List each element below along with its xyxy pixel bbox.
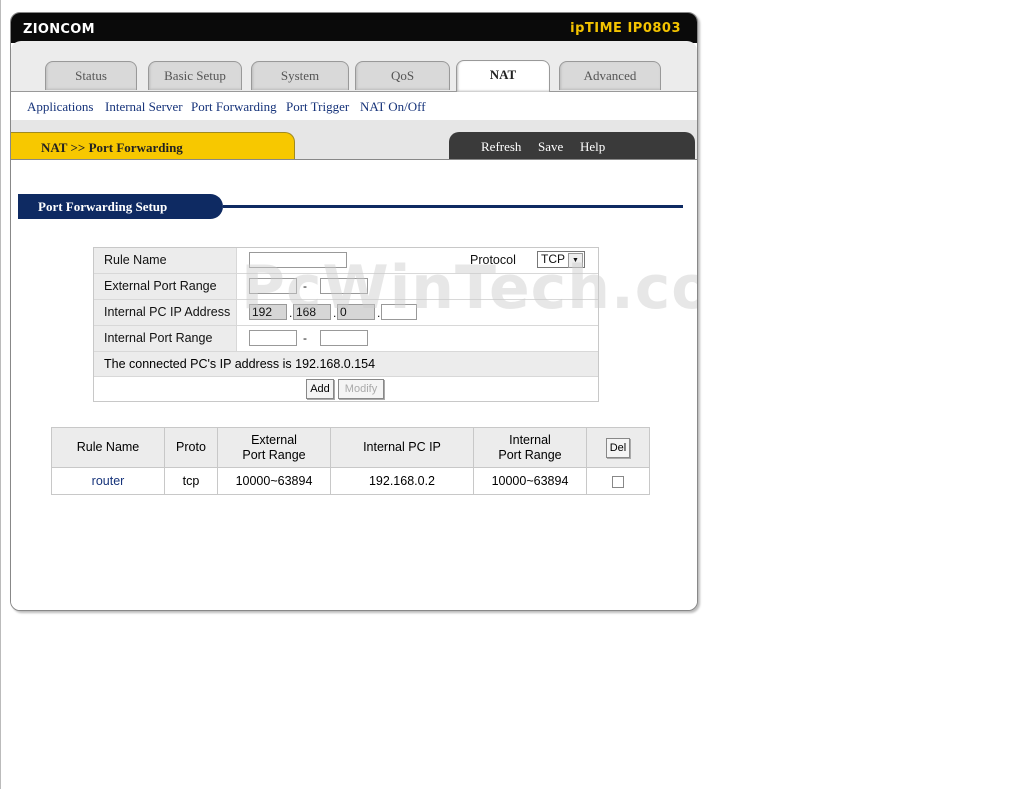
internal-port-to-input[interactable] xyxy=(320,330,368,346)
help-button[interactable]: Help xyxy=(580,139,605,155)
breadcrumb-text: NAT >> Port Forwarding xyxy=(41,140,183,155)
delete-button[interactable]: Del xyxy=(606,437,630,458)
protocol-value: TCP xyxy=(541,252,565,266)
tab-system[interactable]: System xyxy=(251,61,349,90)
ip-dot: . xyxy=(289,306,293,320)
subnav-nat-on-off[interactable]: NAT On/Off xyxy=(360,99,426,115)
form-row-internal-ip: Internal PC IP Address 192 . 168 . 0 . xyxy=(94,300,598,326)
rule-name-label: Rule Name xyxy=(94,248,237,273)
ip-dot: . xyxy=(333,306,337,320)
tab-nat[interactable]: NAT xyxy=(456,60,550,92)
add-button[interactable]: Add xyxy=(306,379,334,399)
port-forwarding-table: Rule Name Proto External Port Range Inte… xyxy=(51,427,650,495)
brand-logo: ZIONCOM xyxy=(23,22,95,37)
range-dash: - xyxy=(303,331,307,345)
ip-octet-1-input[interactable]: 192 xyxy=(249,304,287,320)
form-buttons: Add Modify xyxy=(94,377,598,401)
cell-proto: tcp xyxy=(164,467,218,495)
subnav-port-trigger[interactable]: Port Trigger xyxy=(286,99,349,115)
protocol-label: Protocol xyxy=(470,253,516,267)
col-header-del: Del xyxy=(586,427,650,468)
tab-basic-setup[interactable]: Basic Setup xyxy=(148,61,242,90)
connected-ip-info: The connected PC's IP address is 192.168… xyxy=(94,352,598,377)
table-header-row: Rule Name Proto External Port Range Inte… xyxy=(51,427,650,468)
window-left-border xyxy=(0,0,1,789)
header-line: External xyxy=(251,432,297,447)
section-title: Port Forwarding Setup xyxy=(18,194,223,219)
rule-name-input[interactable] xyxy=(249,252,347,268)
form-row-external-port: External Port Range - xyxy=(94,274,598,300)
row-select-checkbox[interactable] xyxy=(612,475,624,488)
external-port-from-input[interactable] xyxy=(249,278,297,294)
action-bar: Refresh Save Help xyxy=(449,132,695,160)
port-forwarding-form: Rule Name Protocol TCP ▼ External Port R… xyxy=(93,247,599,402)
internal-port-from-input[interactable] xyxy=(249,330,297,346)
external-port-label: External Port Range xyxy=(94,274,237,299)
ip-octet-2-input[interactable]: 168 xyxy=(293,304,331,320)
col-header-rule-name: Rule Name xyxy=(51,427,165,468)
external-port-to-input[interactable] xyxy=(320,278,368,294)
model-name: ipTIME IP0803 xyxy=(570,21,681,36)
form-row-internal-port: Internal Port Range - xyxy=(94,326,598,352)
internal-port-label: Internal Port Range xyxy=(94,326,237,351)
dropdown-arrow-icon: ▼ xyxy=(568,253,583,268)
cell-external-port: 10000~63894 xyxy=(217,467,331,495)
router-admin-panel: ZIONCOM ipTIME IP0803 Status Basic Setup… xyxy=(10,12,698,611)
subnav-port-forwarding[interactable]: Port Forwarding xyxy=(191,99,277,115)
ip-octet-4-input[interactable] xyxy=(381,304,417,320)
header-line: Port Range xyxy=(498,447,562,462)
col-header-proto: Proto xyxy=(164,427,218,468)
title-bar: ZIONCOM ipTIME IP0803 xyxy=(11,13,697,43)
cell-internal-ip: 192.168.0.2 xyxy=(330,467,474,495)
header-line: Port Range xyxy=(242,447,306,462)
col-header-internal-port: Internal Port Range xyxy=(473,427,587,468)
internal-ip-label: Internal PC IP Address xyxy=(94,300,237,325)
col-header-external-port: External Port Range xyxy=(217,427,331,468)
sub-navigation: Applications Internal Server Port Forwar… xyxy=(11,91,697,121)
subnav-internal-server[interactable]: Internal Server xyxy=(105,99,183,115)
cell-select xyxy=(586,467,650,495)
tab-advanced[interactable]: Advanced xyxy=(559,61,661,90)
section-divider xyxy=(223,205,683,208)
col-header-internal-ip: Internal PC IP xyxy=(330,427,474,468)
ip-dot: . xyxy=(377,306,381,320)
table-row: router tcp 10000~63894 192.168.0.2 10000… xyxy=(51,467,650,495)
protocol-select[interactable]: TCP ▼ xyxy=(537,251,585,268)
refresh-button[interactable]: Refresh xyxy=(481,139,521,155)
form-row-rule-name: Rule Name Protocol TCP ▼ xyxy=(94,248,598,274)
save-button[interactable]: Save xyxy=(538,139,563,155)
cell-rule-name[interactable]: router xyxy=(51,467,165,495)
header-line: Internal xyxy=(509,432,551,447)
subnav-applications[interactable]: Applications xyxy=(27,99,93,115)
ip-octet-3-input[interactable]: 0 xyxy=(337,304,375,320)
modify-button[interactable]: Modify xyxy=(338,379,384,399)
tab-status[interactable]: Status xyxy=(45,61,137,90)
range-dash: - xyxy=(303,279,307,293)
breadcrumb: NAT >> Port Forwarding xyxy=(11,132,295,161)
tab-qos[interactable]: QoS xyxy=(355,61,450,90)
cell-internal-port: 10000~63894 xyxy=(473,467,587,495)
